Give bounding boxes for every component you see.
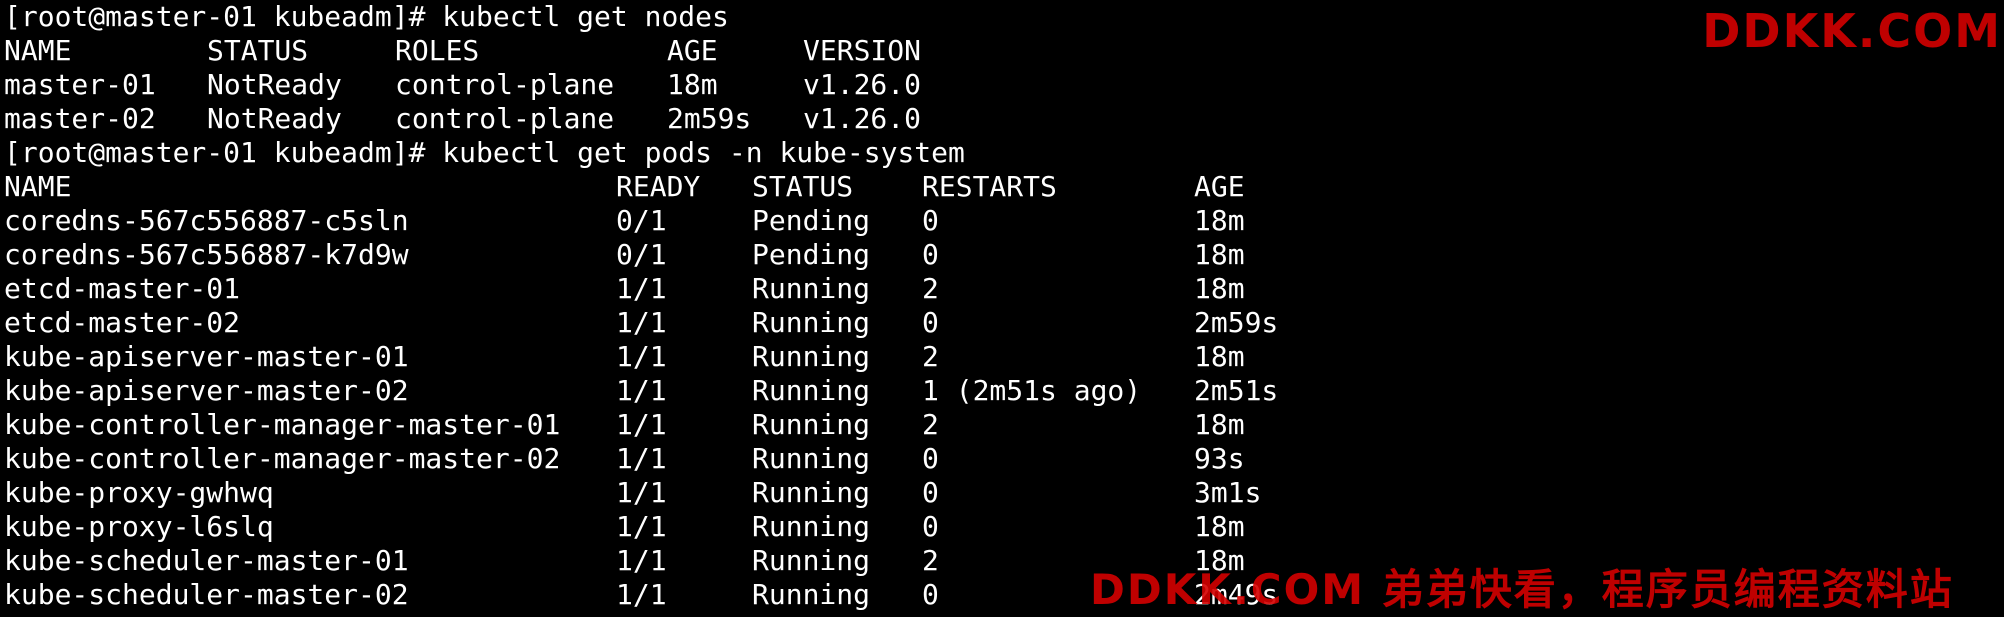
pod-status: Running <box>752 510 871 543</box>
pod-ready: 1/1 <box>616 578 667 611</box>
pod-name: kube-apiserver-master-01 <box>4 340 409 373</box>
node-age: 2m59s <box>667 102 752 135</box>
pod-age: 18m <box>1194 204 1245 237</box>
pod-name: kube-controller-manager-master-01 <box>4 408 561 441</box>
node-roles: control-plane <box>395 102 615 135</box>
terminal-window[interactable]: [root@master-01 kubeadm]# kubectl get no… <box>0 0 2004 611</box>
pod-status: Running <box>752 374 871 407</box>
pod-status: Running <box>752 476 871 509</box>
pod-name: etcd-master-02 <box>4 306 241 339</box>
pod-age: 18m <box>1194 408 1245 441</box>
pod-restarts: 2 <box>922 408 939 441</box>
pod-name: kube-proxy-l6slq <box>4 510 274 543</box>
nodes-header-status: STATUS <box>207 34 309 67</box>
pod-restarts: 0 <box>922 510 939 543</box>
pod-ready: 1/1 <box>616 340 667 373</box>
node-version: v1.26.0 <box>803 102 922 135</box>
pod-restarts: 0 <box>922 238 939 271</box>
pod-restarts: 0 <box>922 578 939 611</box>
pod-status: Running <box>752 408 871 441</box>
node-version: v1.26.0 <box>803 68 922 101</box>
pod-age: 18m <box>1194 238 1245 271</box>
node-status: NotReady <box>207 102 342 135</box>
pod-ready: 1/1 <box>616 408 667 441</box>
pods-header-row: NAME READY STATUS RESTARTS AGE <box>4 170 1245 204</box>
pod-name: coredns-567c556887-k7d9w <box>4 238 409 271</box>
pod-row: coredns-567c556887-k7d9w 0/1 Pending 0 1… <box>4 238 1245 272</box>
pods-header-status: STATUS <box>752 170 854 203</box>
pod-row: coredns-567c556887-c5sln 0/1 Pending 0 1… <box>4 204 1245 238</box>
pod-ready: 1/1 <box>616 306 667 339</box>
node-roles: control-plane <box>395 68 615 101</box>
pod-row: kube-apiserver-master-02 1/1 Running 1 (… <box>4 374 1278 408</box>
pod-name: kube-apiserver-master-02 <box>4 374 409 407</box>
node-name: master-01 <box>4 68 156 101</box>
pods-header-restarts: RESTARTS <box>922 170 1057 203</box>
pods-header-age: AGE <box>1194 170 1245 203</box>
pod-status: Running <box>752 340 871 373</box>
pod-ready: 1/1 <box>616 442 667 475</box>
pod-row: etcd-master-01 1/1 Running 2 18m <box>4 272 1245 306</box>
pod-ready: 1/1 <box>616 476 667 509</box>
pod-row: kube-scheduler-master-02 1/1 Running 0 2… <box>4 578 1278 611</box>
pod-status: Running <box>752 578 871 611</box>
pod-row: kube-scheduler-master-01 1/1 Running 2 1… <box>4 544 1245 578</box>
nodes-header-row: NAME STATUS ROLES AGE VERSION <box>4 34 921 68</box>
pod-row: kube-proxy-gwhwq 1/1 Running 0 3m1s <box>4 476 1261 510</box>
pod-status: Running <box>752 544 871 577</box>
nodes-header-version: VERSION <box>803 34 922 67</box>
pod-restarts: 2 <box>922 544 939 577</box>
pod-status: Running <box>752 306 871 339</box>
pod-status: Running <box>752 272 871 305</box>
watermark-top: DDKK.COM <box>1702 4 2002 58</box>
pods-header-ready: READY <box>616 170 701 203</box>
pod-name: kube-controller-manager-master-02 <box>4 442 561 475</box>
pod-name: kube-scheduler-master-01 <box>4 544 409 577</box>
pod-status: Pending <box>752 238 871 271</box>
nodes-header-age: AGE <box>667 34 718 67</box>
pod-status: Running <box>752 442 871 475</box>
pod-age: 18m <box>1194 272 1245 305</box>
pod-age: 2m59s <box>1194 306 1279 339</box>
node-status: NotReady <box>207 68 342 101</box>
pod-restarts: 1 (2m51s ago) <box>922 374 1142 407</box>
pod-name: etcd-master-01 <box>4 272 241 305</box>
pod-restarts: 2 <box>922 340 939 373</box>
command-line-get-pods: [root@master-01 kubeadm]# kubectl get po… <box>4 136 965 169</box>
pod-age: 93s <box>1194 442 1245 475</box>
node-age: 18m <box>667 68 718 101</box>
pod-name: coredns-567c556887-c5sln <box>4 204 409 237</box>
watermark-bottom: DDKK.COM 弟弟快看，程序员编程资料站 <box>1090 565 1954 614</box>
pod-ready: 1/1 <box>616 544 667 577</box>
pod-ready: 0/1 <box>616 204 667 237</box>
node-row: master-02 NotReady control-plane 2m59s v… <box>4 102 921 136</box>
pod-restarts: 0 <box>922 306 939 339</box>
nodes-header-name: NAME <box>4 34 72 67</box>
pod-name: kube-proxy-gwhwq <box>4 476 274 509</box>
pod-ready: 1/1 <box>616 510 667 543</box>
pod-restarts: 0 <box>922 442 939 475</box>
pod-row: kube-proxy-l6slq 1/1 Running 0 18m <box>4 510 1245 544</box>
pod-restarts: 0 <box>922 204 939 237</box>
nodes-header-roles: ROLES <box>395 34 480 67</box>
command-line-get-nodes: [root@master-01 kubeadm]# kubectl get no… <box>4 0 729 33</box>
pod-status: Pending <box>752 204 871 237</box>
pod-age: 2m51s <box>1194 374 1279 407</box>
pod-row: kube-controller-manager-master-01 1/1 Ru… <box>4 408 1245 442</box>
node-row: master-01 NotReady control-plane 18m v1.… <box>4 68 921 102</box>
pod-row: etcd-master-02 1/1 Running 0 2m59s <box>4 306 1278 340</box>
pod-age: 18m <box>1194 340 1245 373</box>
pods-header-name: NAME <box>4 170 72 203</box>
pod-ready: 1/1 <box>616 374 667 407</box>
node-name: master-02 <box>4 102 156 135</box>
pod-row: kube-apiserver-master-01 1/1 Running 2 1… <box>4 340 1245 374</box>
pod-restarts: 0 <box>922 476 939 509</box>
pod-row: kube-controller-manager-master-02 1/1 Ru… <box>4 442 1245 476</box>
pod-ready: 0/1 <box>616 238 667 271</box>
pod-age: 3m1s <box>1194 476 1262 509</box>
pod-ready: 1/1 <box>616 272 667 305</box>
pod-name: kube-scheduler-master-02 <box>4 578 409 611</box>
pod-age: 18m <box>1194 510 1245 543</box>
pod-restarts: 2 <box>922 272 939 305</box>
